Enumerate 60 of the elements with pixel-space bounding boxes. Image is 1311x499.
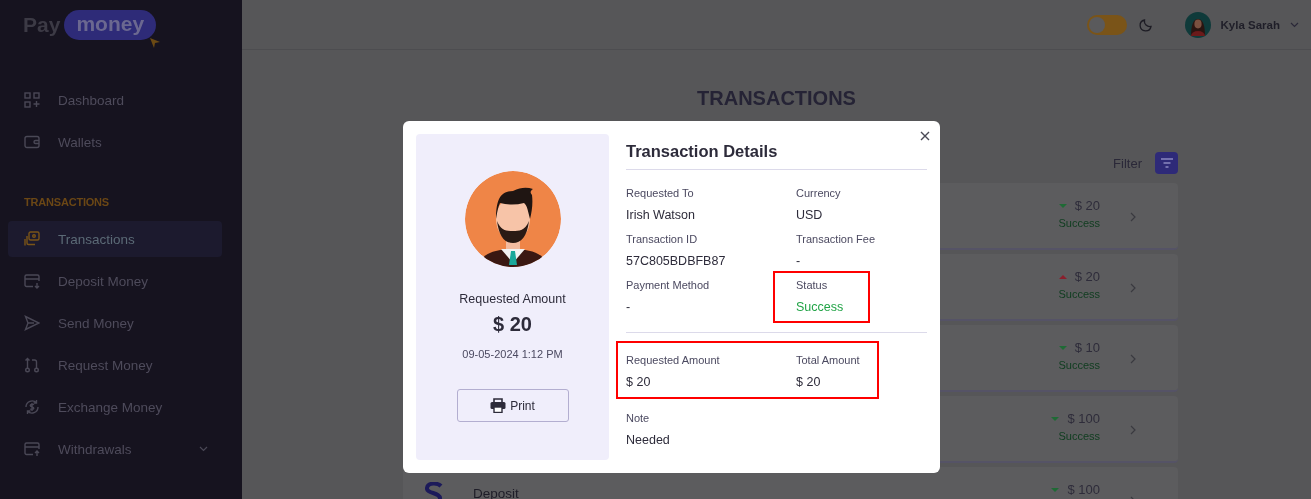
cursor-icon [150,38,161,48]
grid-icon [24,92,40,108]
field-label: Transaction Fee [796,233,877,245]
sidebar-item[interactable]: Request Money [8,347,222,383]
field-value: Success [796,300,845,314]
field-label: Status [796,279,829,291]
chevron-right-icon [1130,283,1136,293]
field-value: - [626,300,632,314]
field-value: Needed [626,433,671,447]
user-name[interactable]: Kyla Sarah [1220,18,1280,31]
theme-toggle[interactable] [1086,14,1127,35]
chevron-right-icon [1130,354,1136,364]
sidebar-item[interactable]: Transactions [8,221,222,257]
field-label: Transaction ID [626,233,699,245]
sidebar-item[interactable]: Withdrawals [8,431,222,467]
field-value: Irish Watson [626,208,696,222]
request-icon [24,357,40,373]
section-heading: TRANSACTIONS [23,196,110,210]
chevron-right-icon [1130,425,1136,435]
field-value: USD [796,208,824,222]
sidebar-item[interactable]: Exchange Money [8,389,222,425]
summary-amount: $ 20 [493,313,532,336]
sidebar-item[interactable]: Deposit Money [8,263,222,299]
filter-button[interactable] [1155,152,1178,174]
print-button[interactable]: Print [456,389,569,422]
field-label: Note [626,412,651,424]
field-label: Currency [796,187,842,199]
filter-icon [1160,158,1173,168]
field-value: 57C805BDBFB87 [626,254,727,268]
transaction-status: Success [1058,217,1100,229]
close-icon[interactable] [920,131,930,141]
cards-icon [24,231,40,247]
transaction-date: 09-05-2024 1:12 PM [462,348,563,360]
sidebar-item[interactable]: Wallets [8,124,222,160]
field-label: Payment Method [626,279,711,291]
transaction-status: Success [1058,288,1100,300]
transaction-status: Success [1058,359,1100,371]
field-label: Requested To [626,187,695,199]
logo-icon [425,482,443,499]
field-label: Total Amount [796,354,861,366]
field-value: $ 20 [626,375,652,389]
card-down-icon [24,273,40,289]
transaction-status: Success [1058,430,1100,442]
field-value: - [796,254,802,268]
sidebar-item[interactable]: Dashboard [8,82,222,118]
summary-label: Requested Amount [459,292,566,306]
dialog-title: Transaction Details [626,141,779,162]
printer-icon [490,398,507,413]
exchange-icon [24,399,40,415]
avatar[interactable] [1184,11,1211,38]
card-up-icon [24,441,40,457]
chevron-right-icon [1130,212,1136,222]
sidebar-item[interactable]: Send Money [8,305,222,341]
moon-icon[interactable] [1138,17,1153,32]
wallet-icon [24,134,40,150]
field-label: Requested Amount [626,354,721,366]
field-value: $ 20 [796,375,822,389]
chevron-down-icon[interactable] [1290,21,1299,28]
send-icon [24,315,40,331]
chevron-down-icon [199,446,208,452]
